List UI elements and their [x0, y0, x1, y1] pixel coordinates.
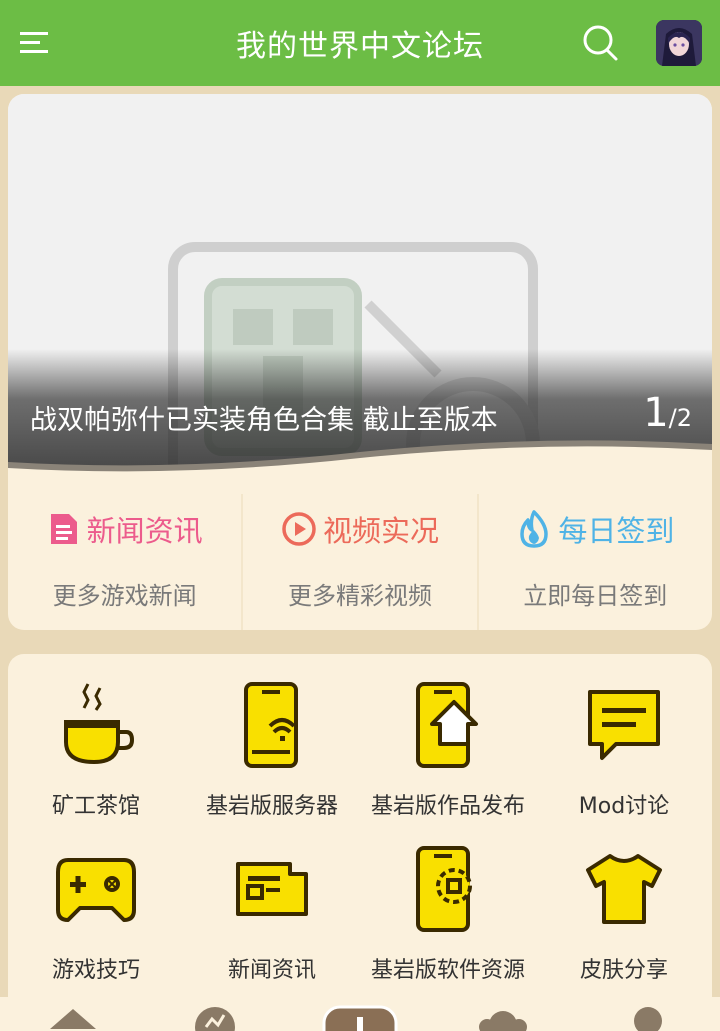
phone-gear-icon [416, 846, 472, 932]
phone-upload-icon [416, 682, 478, 768]
forum-item-mod-discussion[interactable]: Mod讨论 [536, 680, 712, 820]
forum-item-label: 基岩版服务器 [205, 794, 338, 819]
quick-links: 新闻资讯 更多游戏新闻 视频实况 更多精彩视频 每日签到 立即每日签到 [8, 494, 712, 630]
newspaper-icon [236, 862, 308, 916]
flame-icon [520, 510, 549, 548]
community-icon[interactable] [478, 1003, 528, 1031]
forum-item-news[interactable]: 新闻资讯 [184, 844, 360, 984]
chat-bubble-icon [588, 690, 660, 760]
forum-item-bedrock-server[interactable]: 基岩版服务器 [184, 680, 360, 820]
forum-item-label: Mod讨论 [578, 794, 670, 819]
tea-cup-icon [64, 683, 135, 765]
forum-item-label: 基岩版软件资源 [370, 958, 525, 983]
forum-item-label: 基岩版作品发布 [370, 794, 525, 819]
news-doc-icon [50, 514, 77, 544]
gamepad-icon [56, 858, 136, 922]
quick-link-checkin[interactable]: 每日签到 立即每日签到 [479, 494, 712, 630]
forum-item-tea-house[interactable]: 矿工茶馆 [8, 680, 184, 820]
post-center-icon[interactable] [322, 997, 398, 1031]
forum-item-label: 皮肤分享 [579, 958, 668, 983]
forum-grid: 矿工茶馆 基岩版服务器 基岩版作品发布 Mod讨论 游戏技巧 新闻资讯 基岩版软… [8, 654, 712, 1014]
forum-item-label: 新闻资讯 [227, 958, 316, 983]
quick-link-news[interactable]: 新闻资讯 更多游戏新闻 [8, 494, 244, 630]
home-icon[interactable] [48, 1003, 98, 1031]
banner-pager: 1/2 [643, 390, 692, 436]
app-header: 我的世界中文论坛 [0, 0, 720, 86]
forum-item-bedrock-software[interactable]: 基岩版软件资源 [360, 844, 536, 984]
play-circle-icon [282, 512, 316, 546]
bottom-nav [0, 997, 720, 1031]
quick-link-subtitle: 更多游戏新闻 [52, 582, 197, 610]
forum-item-skin-share[interactable]: 皮肤分享 [536, 844, 712, 984]
banner-caption: 战双帕弥什已实装角色合集 截止至版本 [30, 405, 498, 436]
quick-link-subtitle: 立即每日签到 [523, 582, 668, 610]
menu-icon[interactable] [18, 28, 50, 58]
tshirt-icon [586, 854, 662, 924]
quick-link-video[interactable]: 视频实况 更多精彩视频 [243, 494, 479, 630]
user-avatar[interactable] [656, 20, 702, 66]
pager-total: /2 [668, 404, 692, 432]
quick-link-title: 每日签到 [558, 514, 675, 548]
pager-current: 1 [643, 390, 669, 436]
profile-icon[interactable] [630, 1003, 666, 1031]
forum-item-label: 矿工茶馆 [51, 794, 140, 819]
phone-wifi-icon [244, 682, 298, 768]
quick-link-title: 新闻资讯 [86, 514, 203, 548]
activity-icon[interactable] [192, 1003, 238, 1031]
forum-item-game-tips[interactable]: 游戏技巧 [8, 844, 184, 984]
page-title: 我的世界中文论坛 [236, 29, 484, 64]
banner-wave [8, 440, 712, 474]
forum-item-label: 游戏技巧 [51, 958, 140, 983]
search-icon[interactable] [582, 24, 620, 62]
quick-link-title: 视频实况 [322, 514, 439, 548]
banner-card: 战双帕弥什已实装角色合集 截止至版本 1/2 新闻资讯 更多游戏新闻 视频实况 … [8, 94, 712, 630]
forum-item-bedrock-works[interactable]: 基岩版作品发布 [360, 680, 536, 820]
banner-carousel[interactable]: 战双帕弥什已实装角色合集 截止至版本 1/2 [8, 94, 712, 474]
quick-link-subtitle: 更多精彩视频 [287, 582, 432, 610]
